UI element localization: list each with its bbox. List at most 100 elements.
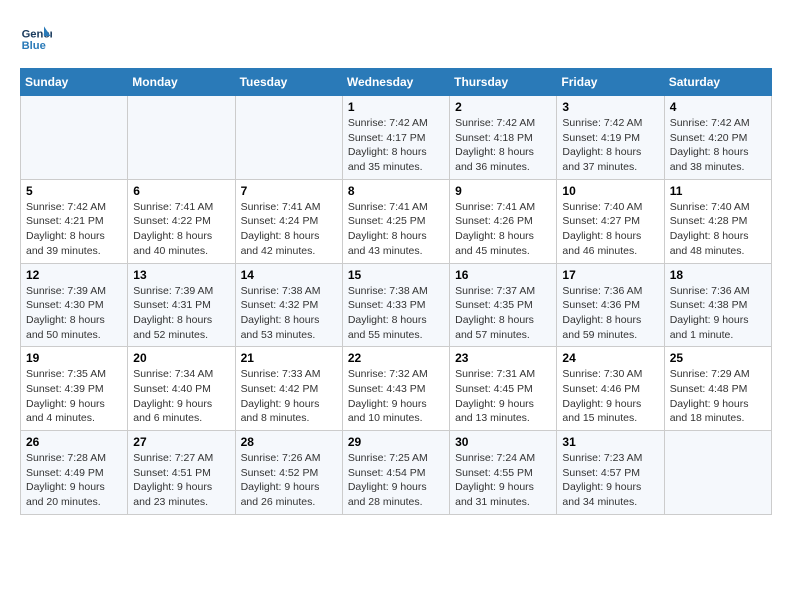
calendar-cell: 7 Sunrise: 7:41 AM Sunset: 4:24 PM Daylig… bbox=[235, 179, 342, 263]
day-info: Sunrise: 7:41 AM Sunset: 4:25 PM Dayligh… bbox=[348, 200, 444, 259]
day-number: 10 bbox=[562, 184, 658, 198]
calendar-cell: 3Sunrise: 7:42 AM Sunset: 4:19 PM Daylig… bbox=[557, 96, 664, 180]
day-info: Sunrise: 7:34 AM Sunset: 4:40 PM Dayligh… bbox=[133, 367, 229, 426]
calendar-cell: 24 Sunrise: 7:30 AM Sunset: 4:46 PM Dayli… bbox=[557, 347, 664, 431]
calendar-cell: 1 Sunrise: 7:42 AM Sunset: 4:17 PM Daylig… bbox=[342, 96, 449, 180]
calendar-cell: 20 Sunrise: 7:34 AM Sunset: 4:40 PM Dayli… bbox=[128, 347, 235, 431]
day-number: 8 bbox=[348, 184, 444, 198]
header-monday: Monday bbox=[128, 69, 235, 96]
calendar-cell: 5 Sunrise: 7:42 AM Sunset: 4:21 PM Daylig… bbox=[21, 179, 128, 263]
day-info: Sunrise: 7:24 AM Sunset: 4:55 PM Dayligh… bbox=[455, 451, 551, 510]
calendar-cell bbox=[21, 96, 128, 180]
day-number: 22 bbox=[348, 351, 444, 365]
day-info: Sunrise: 7:31 AM Sunset: 4:45 PM Dayligh… bbox=[455, 367, 551, 426]
day-number: 29 bbox=[348, 435, 444, 449]
header-tuesday: Tuesday bbox=[235, 69, 342, 96]
day-number: 5 bbox=[26, 184, 122, 198]
day-info: Sunrise: 7:41 AM Sunset: 4:22 PM Dayligh… bbox=[133, 200, 229, 259]
day-info: Sunrise: 7:36 AM Sunset: 4:36 PM Dayligh… bbox=[562, 284, 658, 343]
day-info: Sunrise: 7:37 AM Sunset: 4:35 PM Dayligh… bbox=[455, 284, 551, 343]
day-number: 20 bbox=[133, 351, 229, 365]
day-number: 17 bbox=[562, 268, 658, 282]
day-info: Sunrise: 7:40 AM Sunset: 4:28 PM Dayligh… bbox=[670, 200, 766, 259]
calendar-cell: 21Sunrise: 7:33 AM Sunset: 4:42 PM Dayli… bbox=[235, 347, 342, 431]
day-info: Sunrise: 7:32 AM Sunset: 4:43 PM Dayligh… bbox=[348, 367, 444, 426]
day-number: 6 bbox=[133, 184, 229, 198]
week-row-4: 19Sunrise: 7:35 AM Sunset: 4:39 PM Dayli… bbox=[21, 347, 772, 431]
day-info: Sunrise: 7:25 AM Sunset: 4:54 PM Dayligh… bbox=[348, 451, 444, 510]
day-number: 18 bbox=[670, 268, 766, 282]
week-row-2: 5 Sunrise: 7:42 AM Sunset: 4:21 PM Daylig… bbox=[21, 179, 772, 263]
calendar-cell: 31Sunrise: 7:23 AM Sunset: 4:57 PM Dayli… bbox=[557, 431, 664, 515]
day-info: Sunrise: 7:41 AM Sunset: 4:26 PM Dayligh… bbox=[455, 200, 551, 259]
day-info: Sunrise: 7:39 AM Sunset: 4:30 PM Dayligh… bbox=[26, 284, 122, 343]
calendar-cell: 12 Sunrise: 7:39 AM Sunset: 4:30 PM Dayli… bbox=[21, 263, 128, 347]
page-header: General Blue bbox=[20, 20, 772, 52]
day-info: Sunrise: 7:42 AM Sunset: 4:20 PM Dayligh… bbox=[670, 116, 766, 175]
day-info: Sunrise: 7:40 AM Sunset: 4:27 PM Dayligh… bbox=[562, 200, 658, 259]
logo-icon: General Blue bbox=[20, 20, 52, 52]
day-info: Sunrise: 7:39 AM Sunset: 4:31 PM Dayligh… bbox=[133, 284, 229, 343]
header-wednesday: Wednesday bbox=[342, 69, 449, 96]
day-number: 3 bbox=[562, 100, 658, 114]
calendar-cell: 2 Sunrise: 7:42 AM Sunset: 4:18 PM Daylig… bbox=[450, 96, 557, 180]
day-number: 11 bbox=[670, 184, 766, 198]
calendar-cell: 19Sunrise: 7:35 AM Sunset: 4:39 PM Dayli… bbox=[21, 347, 128, 431]
day-number: 1 bbox=[348, 100, 444, 114]
calendar-cell: 18 Sunrise: 7:36 AM Sunset: 4:38 PM Dayli… bbox=[664, 263, 771, 347]
calendar-cell: 15Sunrise: 7:38 AM Sunset: 4:33 PM Dayli… bbox=[342, 263, 449, 347]
calendar-table: SundayMondayTuesdayWednesdayThursdayFrid… bbox=[20, 68, 772, 515]
day-info: Sunrise: 7:29 AM Sunset: 4:48 PM Dayligh… bbox=[670, 367, 766, 426]
day-number: 7 bbox=[241, 184, 337, 198]
week-row-5: 26Sunrise: 7:28 AM Sunset: 4:49 PM Dayli… bbox=[21, 431, 772, 515]
calendar-cell bbox=[235, 96, 342, 180]
calendar-cell: 29 Sunrise: 7:25 AM Sunset: 4:54 PM Dayli… bbox=[342, 431, 449, 515]
day-info: Sunrise: 7:26 AM Sunset: 4:52 PM Dayligh… bbox=[241, 451, 337, 510]
day-number: 9 bbox=[455, 184, 551, 198]
calendar-cell: 17 Sunrise: 7:36 AM Sunset: 4:36 PM Dayli… bbox=[557, 263, 664, 347]
day-info: Sunrise: 7:28 AM Sunset: 4:49 PM Dayligh… bbox=[26, 451, 122, 510]
calendar-cell: 9 Sunrise: 7:41 AM Sunset: 4:26 PM Daylig… bbox=[450, 179, 557, 263]
calendar-cell: 28Sunrise: 7:26 AM Sunset: 4:52 PM Dayli… bbox=[235, 431, 342, 515]
week-row-1: 1 Sunrise: 7:42 AM Sunset: 4:17 PM Daylig… bbox=[21, 96, 772, 180]
calendar-cell: 4Sunrise: 7:42 AM Sunset: 4:20 PM Daylig… bbox=[664, 96, 771, 180]
calendar-cell: 6 Sunrise: 7:41 AM Sunset: 4:22 PM Daylig… bbox=[128, 179, 235, 263]
week-row-3: 12 Sunrise: 7:39 AM Sunset: 4:30 PM Dayli… bbox=[21, 263, 772, 347]
day-info: Sunrise: 7:38 AM Sunset: 4:33 PM Dayligh… bbox=[348, 284, 444, 343]
day-info: Sunrise: 7:38 AM Sunset: 4:32 PM Dayligh… bbox=[241, 284, 337, 343]
day-number: 27 bbox=[133, 435, 229, 449]
calendar-cell: 26Sunrise: 7:28 AM Sunset: 4:49 PM Dayli… bbox=[21, 431, 128, 515]
header-sunday: Sunday bbox=[21, 69, 128, 96]
header-thursday: Thursday bbox=[450, 69, 557, 96]
day-number: 24 bbox=[562, 351, 658, 365]
day-info: Sunrise: 7:42 AM Sunset: 4:21 PM Dayligh… bbox=[26, 200, 122, 259]
calendar-header: SundayMondayTuesdayWednesdayThursdayFrid… bbox=[21, 69, 772, 96]
day-number: 12 bbox=[26, 268, 122, 282]
header-saturday: Saturday bbox=[664, 69, 771, 96]
day-info: Sunrise: 7:30 AM Sunset: 4:46 PM Dayligh… bbox=[562, 367, 658, 426]
day-info: Sunrise: 7:27 AM Sunset: 4:51 PM Dayligh… bbox=[133, 451, 229, 510]
calendar-cell: 23 Sunrise: 7:31 AM Sunset: 4:45 PM Dayli… bbox=[450, 347, 557, 431]
day-number: 23 bbox=[455, 351, 551, 365]
day-info: Sunrise: 7:42 AM Sunset: 4:17 PM Dayligh… bbox=[348, 116, 444, 175]
calendar-cell: 25 Sunrise: 7:29 AM Sunset: 4:48 PM Dayli… bbox=[664, 347, 771, 431]
calendar-cell: 27 Sunrise: 7:27 AM Sunset: 4:51 PM Dayli… bbox=[128, 431, 235, 515]
calendar-cell: 10 Sunrise: 7:40 AM Sunset: 4:27 PM Dayli… bbox=[557, 179, 664, 263]
day-number: 14 bbox=[241, 268, 337, 282]
calendar-cell: 16 Sunrise: 7:37 AM Sunset: 4:35 PM Dayli… bbox=[450, 263, 557, 347]
day-number: 16 bbox=[455, 268, 551, 282]
header-row: SundayMondayTuesdayWednesdayThursdayFrid… bbox=[21, 69, 772, 96]
day-number: 21 bbox=[241, 351, 337, 365]
day-info: Sunrise: 7:35 AM Sunset: 4:39 PM Dayligh… bbox=[26, 367, 122, 426]
header-friday: Friday bbox=[557, 69, 664, 96]
day-info: Sunrise: 7:36 AM Sunset: 4:38 PM Dayligh… bbox=[670, 284, 766, 343]
day-info: Sunrise: 7:42 AM Sunset: 4:18 PM Dayligh… bbox=[455, 116, 551, 175]
day-info: Sunrise: 7:41 AM Sunset: 4:24 PM Dayligh… bbox=[241, 200, 337, 259]
calendar-cell: 30 Sunrise: 7:24 AM Sunset: 4:55 PM Dayli… bbox=[450, 431, 557, 515]
calendar-cell bbox=[128, 96, 235, 180]
day-number: 2 bbox=[455, 100, 551, 114]
day-number: 30 bbox=[455, 435, 551, 449]
calendar-cell: 14 Sunrise: 7:38 AM Sunset: 4:32 PM Dayli… bbox=[235, 263, 342, 347]
calendar-cell bbox=[664, 431, 771, 515]
day-number: 25 bbox=[670, 351, 766, 365]
